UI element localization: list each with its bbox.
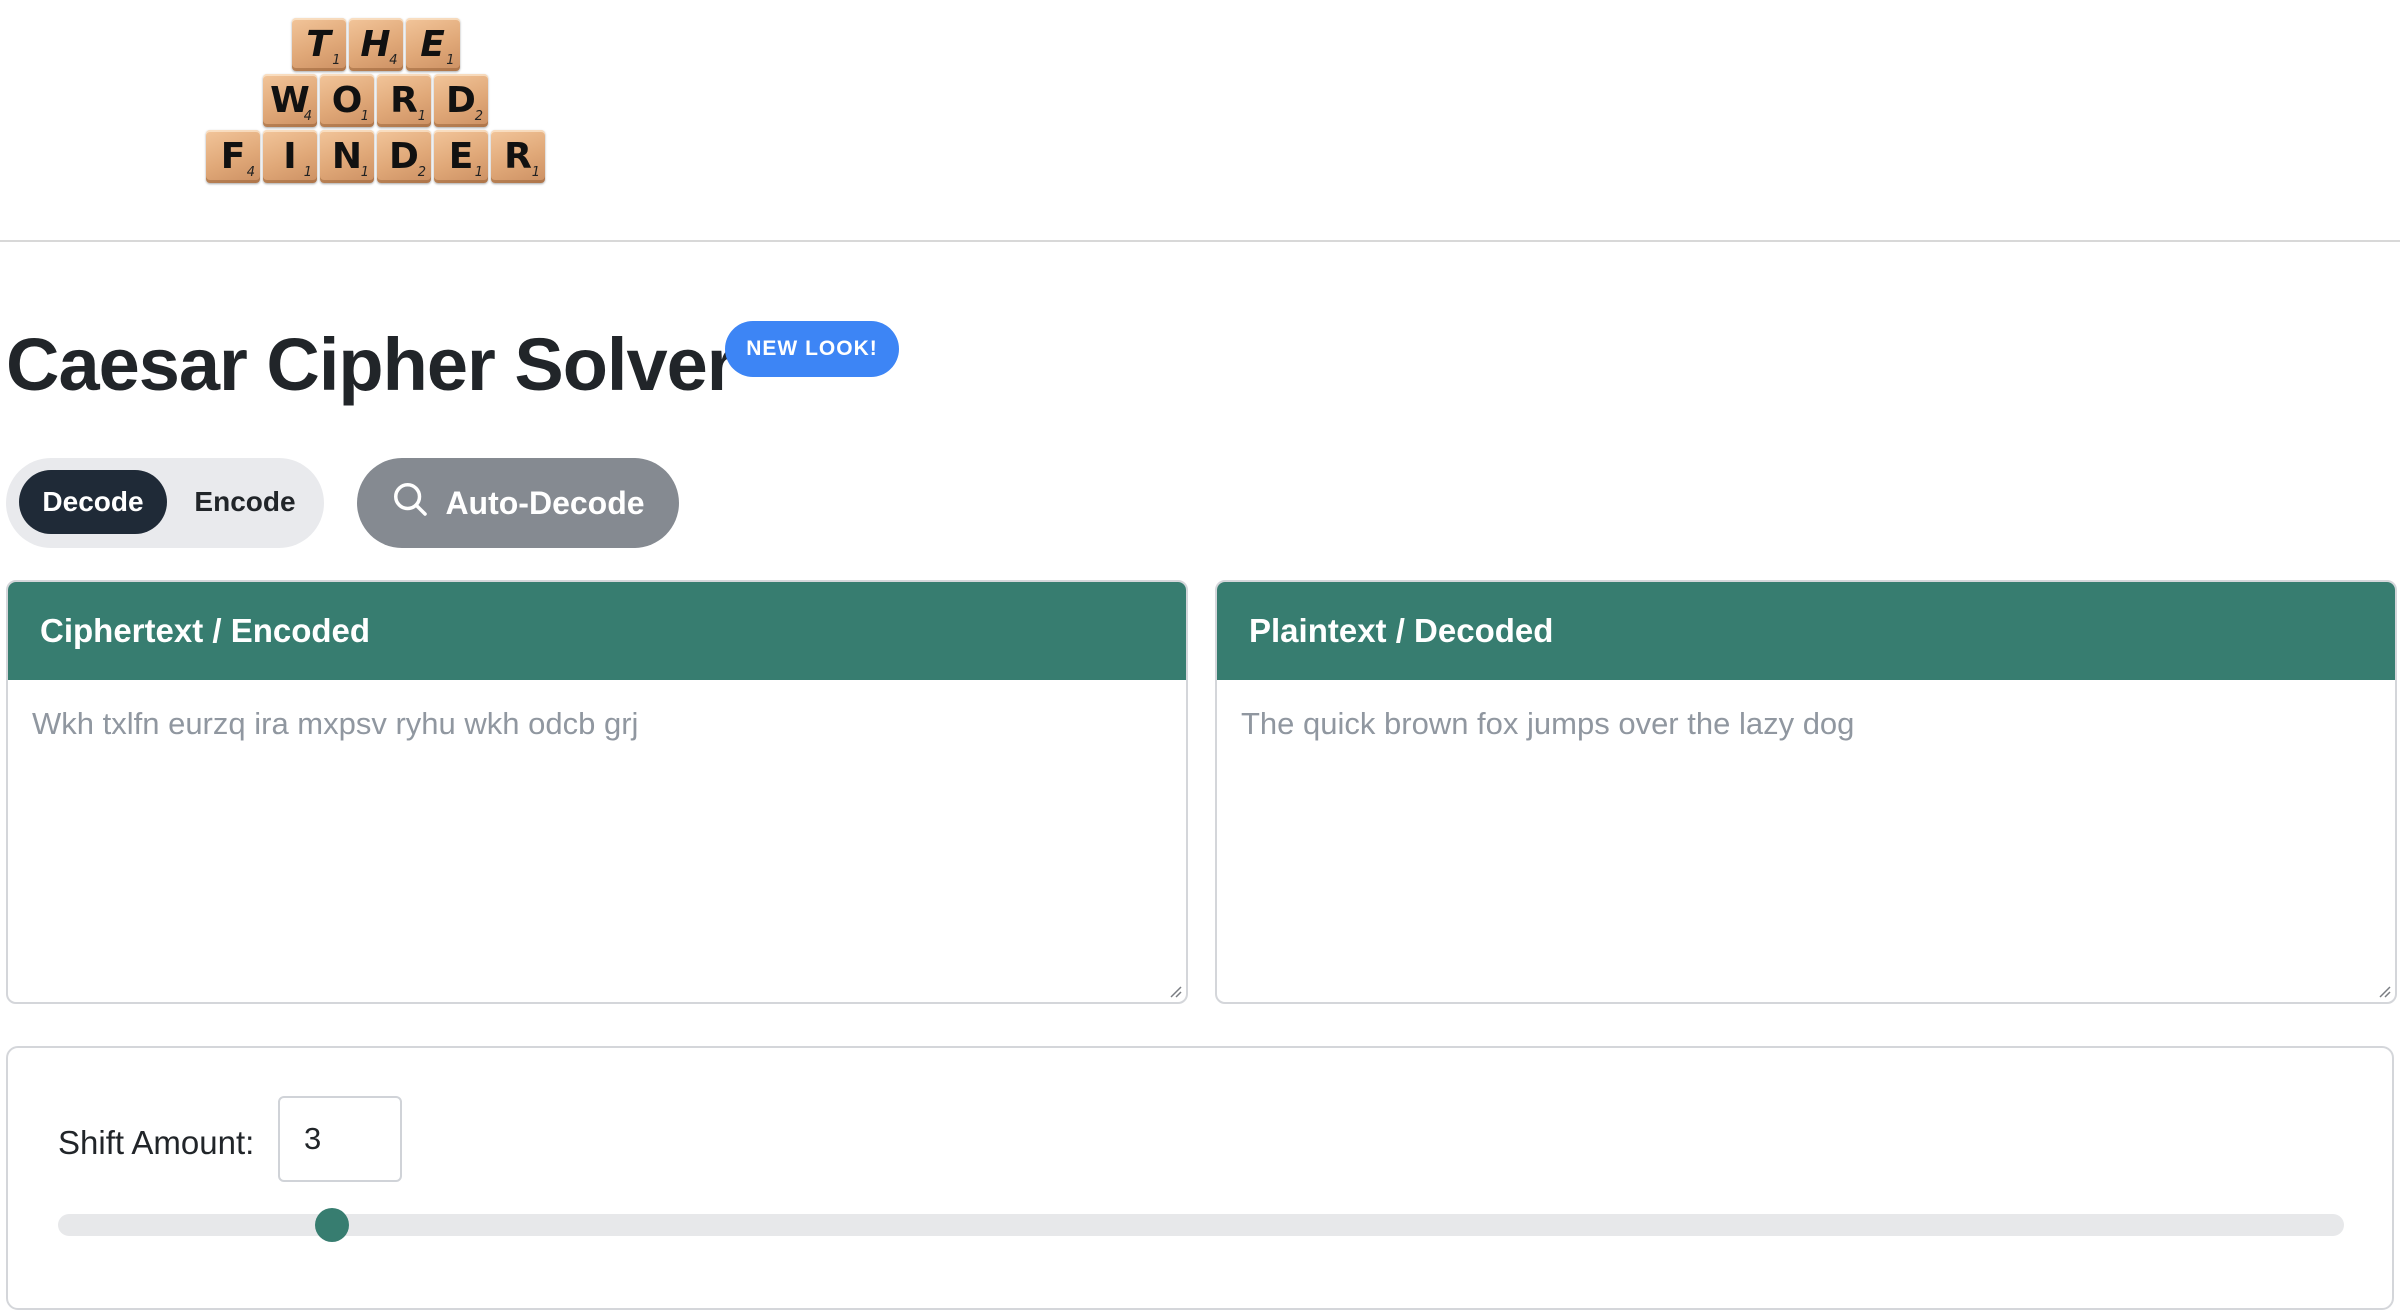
tile-score: 2 — [417, 165, 426, 180]
tile-score: 1 — [417, 109, 426, 124]
tile-score: 2 — [474, 109, 483, 124]
encode-mode-button[interactable]: Encode — [174, 470, 316, 534]
logo-tile: D2 — [377, 130, 431, 183]
tile-letter: H — [360, 24, 391, 65]
tile-letter: E — [448, 136, 474, 177]
auto-decode-button[interactable]: Auto-Decode — [357, 458, 679, 548]
tile-score: 4 — [246, 165, 255, 180]
tile-letter: E — [420, 24, 445, 65]
logo-row: F4I1N1D2E1R1 — [206, 130, 545, 183]
logo-tile: N1 — [320, 130, 374, 183]
tile-score: 1 — [303, 165, 312, 180]
ciphertext-panel: Ciphertext / Encoded — [6, 580, 1188, 1004]
logo-tile: O1 — [320, 74, 374, 127]
tile-letter: R — [390, 80, 418, 121]
tile-score: 1 — [474, 165, 483, 180]
logo-row: T1H4E1 — [206, 18, 545, 71]
plaintext-panel: Plaintext / Decoded — [1215, 580, 2397, 1004]
page-title: Caesar Cipher Solver — [6, 323, 736, 406]
resize-handle-icon[interactable] — [2375, 982, 2391, 998]
logo-tile: E1 — [405, 18, 460, 71]
the-word-finder-logo[interactable]: T1H4E1W4O1R1D2F4I1N1D2E1R1 — [206, 18, 545, 186]
tile-letter: T — [306, 24, 331, 65]
resize-handle-icon[interactable] — [1166, 982, 1182, 998]
mode-toggle: Decode Encode — [6, 458, 324, 548]
site-header: T1H4E1W4O1R1D2F4I1N1D2E1R1 — [0, 0, 2400, 242]
tile-letter: D — [389, 136, 419, 177]
decode-mode-button[interactable]: Decode — [19, 470, 167, 534]
tile-letter: D — [446, 80, 476, 121]
tile-score: 1 — [360, 109, 369, 124]
logo-tile: W4 — [263, 74, 317, 127]
tile-score: 1 — [360, 165, 369, 180]
tile-letter: R — [504, 136, 532, 177]
auto-decode-label: Auto-Decode — [445, 484, 645, 521]
logo-tile: R1 — [377, 74, 431, 127]
shift-amount-input[interactable] — [278, 1096, 402, 1182]
ciphertext-input[interactable] — [8, 680, 1186, 1000]
logo-tile: I1 — [263, 130, 317, 183]
shift-slider[interactable] — [58, 1208, 2344, 1242]
tile-score: 1 — [446, 53, 455, 68]
plaintext-header: Plaintext / Decoded — [1217, 582, 2395, 680]
logo-tile: F4 — [206, 130, 260, 183]
tile-score: 4 — [389, 53, 398, 68]
logo-tile: E1 — [434, 130, 488, 183]
plaintext-input[interactable] — [1217, 680, 2395, 1000]
shift-amount-label: Shift Amount: — [58, 1124, 255, 1161]
shift-slider-thumb[interactable] — [315, 1208, 350, 1242]
tile-score: 1 — [531, 165, 540, 180]
tile-letter: I — [283, 136, 297, 177]
tile-letter: O — [331, 80, 363, 121]
tile-score: 4 — [303, 109, 312, 124]
tile-letter: N — [331, 136, 363, 177]
logo-row: W4O1R1D2 — [206, 74, 545, 127]
new-look-badge: NEW LOOK! — [725, 321, 899, 377]
tile-letter: F — [220, 136, 246, 177]
logo-tile: R1 — [491, 130, 545, 183]
logo-tile: H4 — [348, 18, 403, 71]
search-icon — [391, 480, 429, 526]
ciphertext-header: Ciphertext / Encoded — [8, 582, 1186, 680]
logo-tile: T1 — [291, 18, 346, 71]
tile-score: 1 — [332, 53, 341, 68]
logo-tile: D2 — [434, 74, 488, 127]
shift-controls: Shift Amount: — [6, 1046, 2394, 1310]
